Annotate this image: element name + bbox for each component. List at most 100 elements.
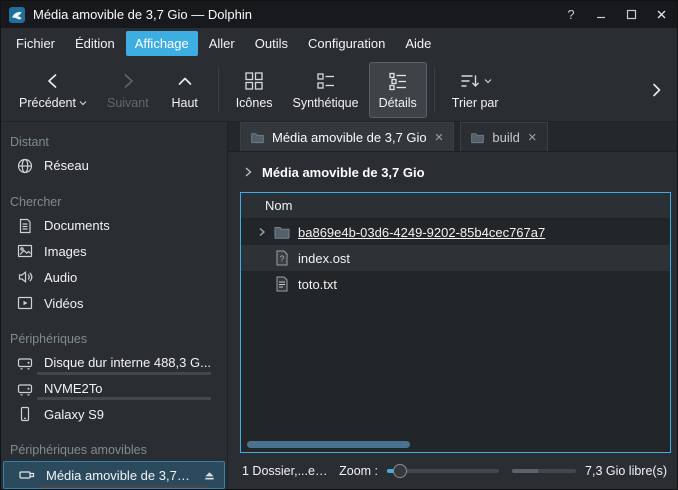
back-button[interactable]: Précédent <box>9 62 97 118</box>
sidebar-item-label: Images <box>44 244 219 259</box>
text-file-icon <box>273 275 291 293</box>
sidebar-item-label: Audio <box>44 270 219 285</box>
breadcrumb[interactable]: Média amovible de 3,7 Gio <box>228 152 677 192</box>
network-icon <box>16 157 34 175</box>
breadcrumb-current[interactable]: Média amovible de 3,7 Gio <box>262 165 425 180</box>
menubar: Fichier Édition Affichage Aller Outils C… <box>1 28 677 58</box>
disk-usage-bar <box>37 397 211 400</box>
file-row-folder[interactable]: ba869e4b-03d6-4249-9202-85b4cec767a7 <box>241 219 670 245</box>
menu-affichage[interactable]: Affichage <box>126 31 198 56</box>
tab-build[interactable]: build × <box>460 122 547 151</box>
file-view: Nom ba869e4b-03d6-4249-9202-85b4cec767a7 <box>240 192 671 453</box>
main-toolbar: Précédent Suivant Haut Icônes Synthét <box>1 58 677 122</box>
documents-icon <box>16 217 34 235</box>
column-header-label: Nom <box>265 198 292 213</box>
status-bar: 1 Dossier,...ers (99 o) Zoom : 7,3 Gio l… <box>228 453 677 489</box>
unknown-file-icon: ? <box>273 249 291 267</box>
sidebar-item-documents[interactable]: Documents <box>1 213 227 239</box>
details-view-icon <box>387 69 409 93</box>
file-row-index-ost[interactable]: ? index.ost <box>241 245 670 271</box>
sidebar-item-label: Média amovible de 3,7 ... <box>46 468 191 483</box>
icons-view-label: Icônes <box>236 96 273 110</box>
dolphin-window: Média amovible de 3,7 Gio — Dolphin ? Fi… <box>0 0 678 490</box>
sidebar-item-media-amovible[interactable]: Média amovible de 3,7 ... <box>3 461 225 489</box>
compact-view-icon <box>315 69 337 93</box>
window-buttons: ? <box>563 7 669 23</box>
eject-button[interactable] <box>201 467 217 483</box>
icons-view-button[interactable]: Icônes <box>226 62 283 118</box>
file-row-toto-txt[interactable]: toto.txt <box>241 271 670 297</box>
folder-icon <box>273 223 291 241</box>
zoom-slider[interactable] <box>387 469 499 473</box>
forward-icon <box>117 69 139 93</box>
forward-button[interactable]: Suivant <box>97 62 159 118</box>
tab-media-amovible[interactable]: Média amovible de 3,7 Gio × <box>240 122 454 151</box>
phone-icon <box>16 405 34 423</box>
maximize-button[interactable] <box>623 7 639 23</box>
close-button[interactable] <box>653 7 669 23</box>
file-list: ba869e4b-03d6-4249-9202-85b4cec767a7 ? i… <box>241 219 670 452</box>
chevron-right-icon <box>242 166 254 178</box>
tab-label: Média amovible de 3,7 Gio <box>272 130 427 145</box>
file-name: ba869e4b-03d6-4249-9202-85b4cec767a7 <box>298 225 545 240</box>
free-space-label: 7,3 Gio libre(s) <box>585 464 667 478</box>
capacity-bar <box>512 469 576 473</box>
sort-icon <box>459 70 481 92</box>
column-header-nom[interactable]: Nom <box>241 193 670 219</box>
sidebar-item-label: Galaxy S9 <box>44 407 219 422</box>
sidebar-item-galaxy-s9[interactable]: Galaxy S9 <box>1 401 227 427</box>
help-button[interactable]: ? <box>563 7 579 23</box>
details-view-label: Détails <box>379 96 417 110</box>
places-section-peripheriques-amovibles: Périphériques amovibles <box>1 436 227 461</box>
minimize-button[interactable] <box>593 7 609 23</box>
menu-fichier[interactable]: Fichier <box>7 31 64 56</box>
titlebar[interactable]: Média amovible de 3,7 Gio — Dolphin ? <box>1 1 677 28</box>
compact-view-label: Synthétique <box>293 96 359 110</box>
up-icon <box>174 69 196 93</box>
menu-edition[interactable]: Édition <box>66 31 124 56</box>
harddisk-icon <box>16 380 34 398</box>
tab-label: build <box>492 130 519 145</box>
sidebar-item-images[interactable]: Images <box>1 239 227 265</box>
eject-icon <box>203 469 216 482</box>
file-name: toto.txt <box>298 277 337 292</box>
horizontal-scrollbar[interactable] <box>247 441 410 448</box>
capacity-bar-fill <box>512 469 538 473</box>
tab-bar: Média amovible de 3,7 Gio × build × <box>228 122 677 152</box>
sidebar-item-disque-dur-interne[interactable]: Disque dur interne 488,3 G... <box>1 350 227 376</box>
expand-icon[interactable] <box>251 227 273 237</box>
menu-configuration[interactable]: Configuration <box>299 31 394 56</box>
caret-down-icon <box>79 100 87 106</box>
compact-view-button[interactable]: Synthétique <box>283 62 369 118</box>
menu-aide[interactable]: Aide <box>396 31 440 56</box>
sidebar-item-videos[interactable]: Vidéos <box>1 290 227 316</box>
zoom-label: Zoom : <box>339 464 378 478</box>
up-button[interactable]: Haut <box>159 62 211 118</box>
items-summary: 1 Dossier,...ers (99 o) <box>242 464 330 478</box>
caret-down-icon <box>484 78 492 84</box>
sidebar-item-nvme2to[interactable]: NVME2To <box>1 376 227 402</box>
window-title: Média amovible de 3,7 Gio — Dolphin <box>33 7 252 22</box>
tab-close-icon[interactable]: × <box>527 130 538 145</box>
images-icon <box>16 242 34 260</box>
details-view-button[interactable]: Détails <box>369 62 427 118</box>
sort-by-button[interactable]: Trier par <box>442 62 509 118</box>
sidebar-item-audio[interactable]: Audio <box>1 264 227 290</box>
tab-close-icon[interactable]: × <box>434 130 445 145</box>
disk-usage-bar <box>39 485 209 488</box>
places-section-peripheriques: Périphériques <box>1 325 227 350</box>
forward-label: Suivant <box>107 96 149 110</box>
sort-by-label: Trier par <box>452 96 499 110</box>
back-icon <box>42 69 64 93</box>
toolbar-separator <box>218 67 219 113</box>
folder-icon <box>470 130 485 145</box>
sidebar-item-label: Vidéos <box>44 296 219 311</box>
sidebar-item-label: Documents <box>44 218 219 233</box>
sidebar-item-reseau[interactable]: Réseau <box>1 153 227 179</box>
menu-aller[interactable]: Aller <box>200 31 244 56</box>
menu-outils[interactable]: Outils <box>246 31 297 56</box>
toolbar-overflow-button[interactable] <box>643 77 669 103</box>
zoom-slider-handle[interactable] <box>393 464 407 478</box>
folder-icon <box>250 130 265 145</box>
icons-view-icon <box>243 69 265 93</box>
